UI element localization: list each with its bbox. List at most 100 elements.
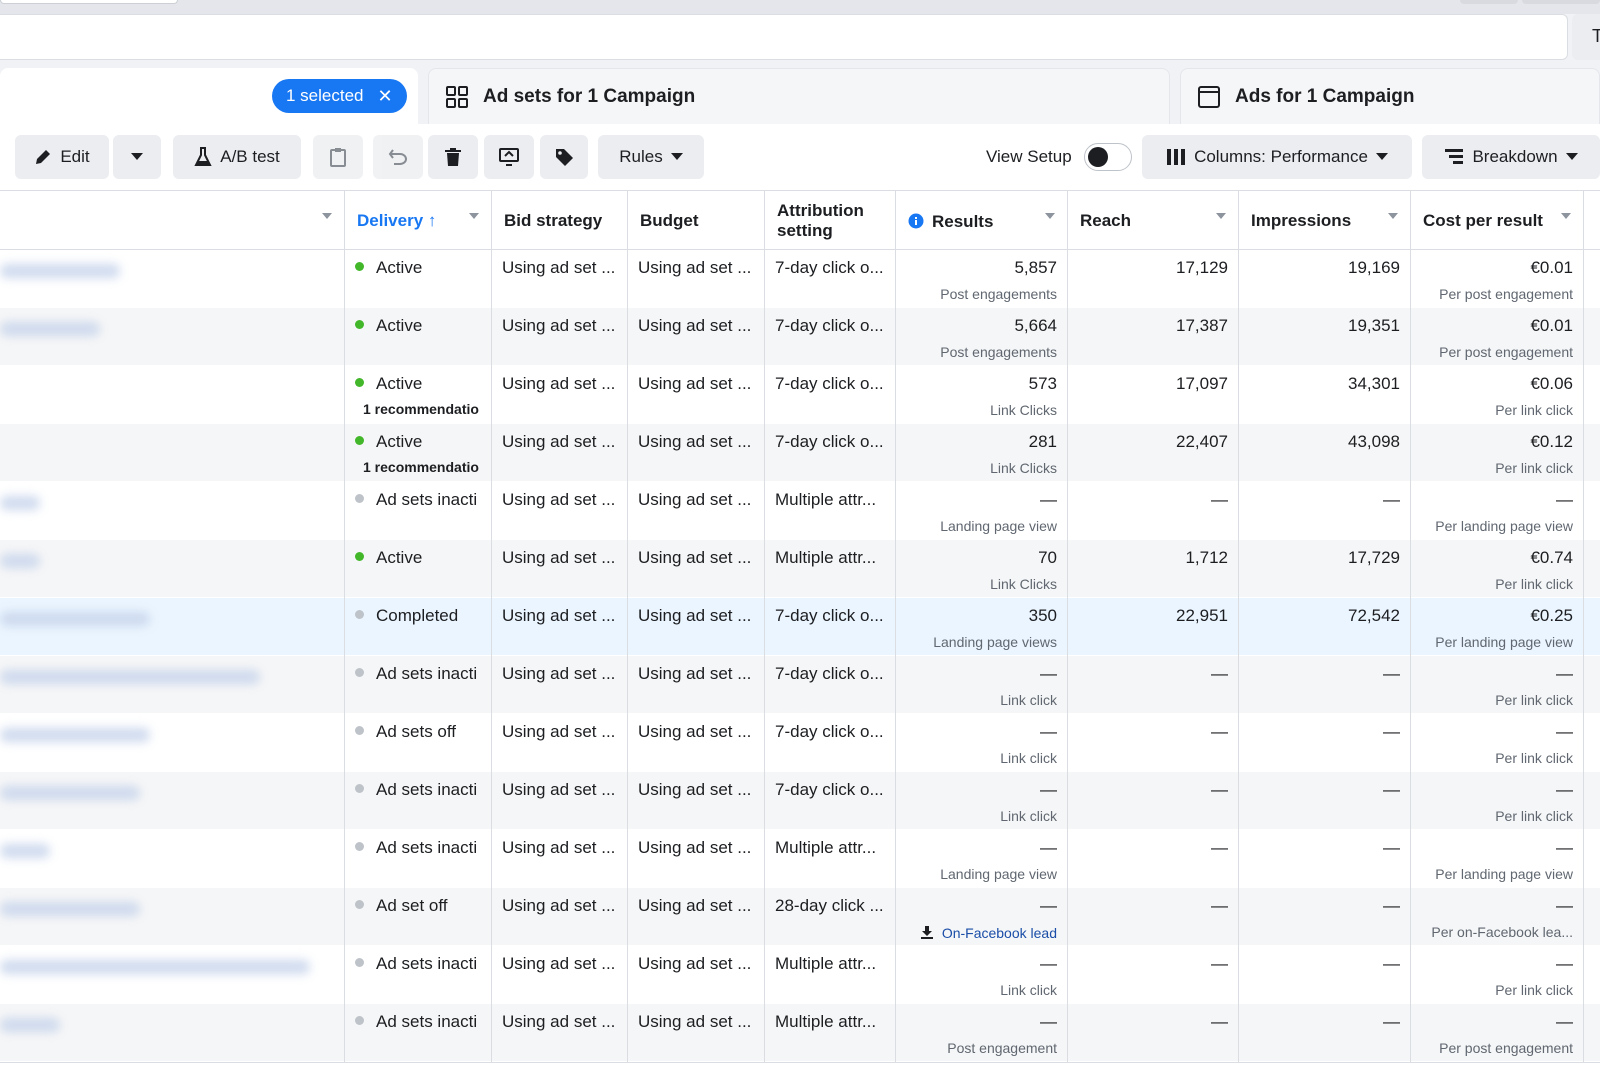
cell-name[interactable]	[0, 540, 345, 598]
redacted-name[interactable]	[0, 612, 150, 626]
cell-name[interactable]	[0, 308, 345, 366]
cell-name[interactable]	[0, 250, 345, 308]
search-filter-bar[interactable]	[0, 14, 1568, 60]
header-budget[interactable]: Budget	[628, 191, 765, 249]
top-tab-stub[interactable]	[0, 0, 178, 4]
cell-result: — Link click	[896, 946, 1068, 1004]
table-row[interactable]: Active Using ad set ... Using ad set ... 7-…	[0, 308, 1600, 366]
redacted-name[interactable]	[0, 554, 40, 568]
redacted-name[interactable]	[0, 670, 260, 684]
side-button[interactable]: T	[1572, 14, 1600, 60]
preview-button[interactable]	[484, 135, 534, 179]
columns-button[interactable]: Columns: Performance	[1142, 135, 1412, 179]
table-row[interactable]: Active 1 recommendatio Using ad set ... Usi…	[0, 424, 1600, 482]
table-row[interactable]: Completed Using ad set ... Using ad set ..…	[0, 598, 1600, 656]
edit-dropdown-button[interactable]	[113, 135, 161, 179]
edit-button[interactable]: Edit	[15, 135, 109, 179]
cell-name[interactable]	[0, 482, 345, 540]
header-bid-strategy[interactable]: Bid strategy	[492, 191, 628, 249]
redacted-name[interactable]	[0, 844, 50, 858]
bid-value: Using ad set ...	[502, 548, 616, 567]
table-row[interactable]: Ad sets inacti Using ad set ... Using ad s…	[0, 946, 1600, 1004]
cell-attr: 28-day click ...	[765, 888, 896, 946]
cell-impressions: 19,351	[1239, 308, 1411, 366]
cost-value: €0.06	[1530, 374, 1573, 393]
redacted-name[interactable]	[0, 1018, 60, 1032]
header-cost-per-result[interactable]: Cost per result	[1411, 191, 1584, 249]
delivery-status: Ad sets inacti	[376, 490, 478, 509]
columns-label: Columns: Performance	[1194, 147, 1368, 166]
rules-button[interactable]: Rules	[598, 135, 704, 179]
undo-button[interactable]	[373, 135, 423, 179]
table-row[interactable]: Ad sets off Using ad set ... Using ad set …	[0, 714, 1600, 772]
cell-name[interactable]	[0, 366, 345, 424]
cell-name[interactable]	[0, 830, 345, 888]
cost-value: €0.74	[1530, 548, 1573, 567]
redacted-name[interactable]	[0, 728, 150, 742]
selected-pill[interactable]: 1 selected ✕	[272, 79, 407, 113]
ab-test-button[interactable]: A/B test	[173, 135, 301, 179]
header-results[interactable]: Results	[896, 191, 1068, 249]
table-row[interactable]: Ad sets inacti Using ad set ... Using ad s…	[0, 830, 1600, 888]
result-type[interactable]: On-Facebook lead	[906, 924, 1057, 941]
delete-button[interactable]	[428, 135, 478, 179]
recommendation-badge[interactable]: 1 recommendatio	[363, 459, 481, 475]
cell-delivery: Ad sets inacti	[345, 1004, 492, 1062]
header-name[interactable]	[0, 191, 345, 249]
sort-caret-icon[interactable]	[322, 213, 332, 219]
top-control-1[interactable]	[1460, 0, 1518, 4]
tag-button[interactable]	[540, 135, 588, 179]
view-setup-toggle[interactable]	[1084, 143, 1132, 171]
table-row[interactable]: Active Using ad set ... Using ad set ... 7-…	[0, 250, 1600, 308]
sort-caret-icon[interactable]	[1045, 213, 1055, 219]
header-attribution[interactable]: Attribution setting	[765, 191, 896, 249]
header-delivery[interactable]: Delivery ↑	[345, 191, 492, 249]
redacted-name[interactable]	[0, 264, 120, 278]
table-row[interactable]: Active Using ad set ... Using ad set ... Mu…	[0, 540, 1600, 598]
tab-ads[interactable]: Ads for 1 Campaign	[1180, 68, 1600, 124]
header-impressions[interactable]: Impressions	[1239, 191, 1411, 249]
cell-name[interactable]	[0, 424, 345, 482]
sort-caret-icon[interactable]	[1561, 213, 1571, 219]
cell-name[interactable]	[0, 714, 345, 772]
table-row[interactable]: Ad sets inacti Using ad set ... Using ad s…	[0, 1004, 1600, 1062]
cell-name[interactable]	[0, 946, 345, 1004]
result-type-label: Link click	[1000, 750, 1057, 766]
cell-name[interactable]	[0, 656, 345, 714]
level-tabs: 1 selected ✕ Ad sets for 1 Campaign Ads …	[0, 68, 1600, 124]
duplicate-button[interactable]	[313, 135, 363, 179]
cell-name[interactable]	[0, 888, 345, 946]
tab-ad-sets[interactable]: Ad sets for 1 Campaign	[428, 68, 1170, 124]
table-row[interactable]: Ad sets inacti Using ad set ... Using ad s…	[0, 656, 1600, 714]
redacted-name[interactable]	[0, 902, 140, 916]
cell-cost: €0.25 Per landing page view	[1411, 598, 1584, 656]
redacted-name[interactable]	[0, 322, 100, 336]
info-icon[interactable]	[908, 213, 924, 229]
recommendation-badge[interactable]: 1 recommendatio	[363, 401, 481, 417]
sort-caret-icon[interactable]	[469, 213, 479, 219]
cell-budget: Using ad set ...	[628, 250, 765, 308]
table-row[interactable]: Ad sets inacti Using ad set ... Using ad s…	[0, 482, 1600, 540]
sort-caret-icon[interactable]	[1216, 213, 1226, 219]
budget-value: Using ad set ...	[638, 606, 752, 625]
attr-value: 7-day click o...	[775, 258, 884, 277]
table-row[interactable]: Ad set off Using ad set ... Using ad set .…	[0, 888, 1600, 946]
clear-selection-icon[interactable]: ✕	[378, 86, 393, 107]
redacted-name[interactable]	[0, 960, 310, 974]
cell-delivery: Ad sets off	[345, 714, 492, 772]
cell-name[interactable]	[0, 1004, 345, 1062]
table-row[interactable]: Ad sets inacti Using ad set ... Using ad s…	[0, 772, 1600, 830]
breakdown-button[interactable]: Breakdown	[1422, 135, 1600, 179]
bid-value: Using ad set ...	[502, 664, 616, 683]
redacted-name[interactable]	[0, 496, 40, 510]
table-row[interactable]: Active 1 recommendatio Using ad set ... Usi…	[0, 366, 1600, 424]
top-control-2[interactable]	[1522, 0, 1600, 4]
header-reach[interactable]: Reach	[1068, 191, 1239, 249]
cell-name[interactable]	[0, 772, 345, 830]
cell-name[interactable]	[0, 598, 345, 656]
cost-type: Per link click	[1421, 402, 1573, 418]
redacted-name[interactable]	[0, 786, 140, 800]
sort-caret-icon[interactable]	[1388, 213, 1398, 219]
toggle-knob	[1088, 147, 1108, 167]
tab-campaigns[interactable]: 1 selected ✕	[0, 68, 418, 124]
